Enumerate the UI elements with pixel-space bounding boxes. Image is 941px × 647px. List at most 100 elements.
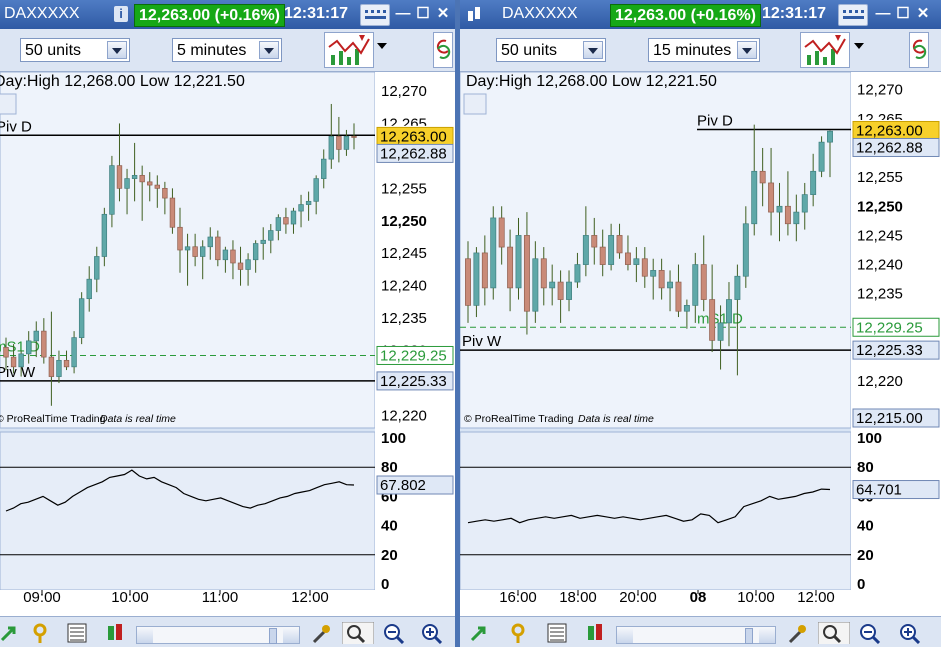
chevron-down-icon[interactable] <box>854 43 864 49</box>
candle-body <box>26 340 32 355</box>
candle-body <box>507 246 514 289</box>
time-axis-label: 12:00 <box>797 589 835 606</box>
scroll-left-button[interactable] <box>137 627 153 643</box>
close-button[interactable]: ✕ <box>914 5 932 23</box>
drawing-tool-icon[interactable] <box>30 622 52 644</box>
candle-body <box>10 356 17 368</box>
price-chart-svg[interactable]: 12,27012,26512,26012,25512,25012,24512,2… <box>0 71 455 616</box>
candle-window-icon <box>468 7 480 21</box>
price-chart-svg[interactable]: 12,27012,26512,26012,25512,25012,24512,2… <box>460 71 941 616</box>
maximize-button[interactable]: ☐ <box>894 5 912 23</box>
candle-body <box>818 141 825 172</box>
candle-body <box>86 278 92 300</box>
time-axis-label: 18:00 <box>559 589 597 606</box>
refresh-icon <box>912 39 927 59</box>
refresh-icon <box>436 39 451 59</box>
units-select[interactable]: 50 units <box>496 38 606 62</box>
minimize-button[interactable]: — <box>394 5 412 23</box>
candle-body <box>313 178 319 202</box>
chevron-down-icon[interactable] <box>259 41 279 59</box>
scroll-right-button[interactable] <box>283 627 299 643</box>
refresh-button[interactable] <box>433 32 453 68</box>
low-price-tag: 12,215.00 <box>856 410 923 427</box>
chart-style-icon[interactable] <box>546 622 568 644</box>
candles-icon[interactable] <box>584 622 606 644</box>
indicators-button[interactable] <box>800 32 850 68</box>
window-symbol: DAXXXXX <box>4 5 80 22</box>
chart-area[interactable]: 12,27012,26512,26012,25512,25012,24512,2… <box>460 71 941 616</box>
export-icon[interactable] <box>470 622 492 644</box>
close-button[interactable]: ✕ <box>434 5 452 23</box>
price-axis-label: 12,220 <box>381 408 427 425</box>
timeframe-select[interactable]: 5 minutes <box>172 38 282 62</box>
candle-body <box>582 235 589 265</box>
keyboard-icon[interactable] <box>360 4 390 26</box>
keyboard-icon[interactable] <box>838 4 868 26</box>
maximize-button[interactable]: ☐ <box>414 5 432 23</box>
candle-body <box>260 239 266 244</box>
horizontal-scrollbar[interactable] <box>616 626 776 644</box>
price-axis-label: 12,220 <box>857 373 903 390</box>
candle-body <box>683 305 690 312</box>
chart-area[interactable]: 12,27012,26512,26012,25512,25012,24512,2… <box>0 71 455 616</box>
realtime-text: Data is real time <box>578 413 654 425</box>
horizontal-scrollbar[interactable] <box>136 626 300 644</box>
copyright-text: © ProRealTime Trading <box>0 413 106 425</box>
close-price-tag: 12,262.88 <box>380 145 447 162</box>
units-select[interactable]: 50 units <box>20 38 130 62</box>
candle-body <box>298 204 304 212</box>
candle-body <box>734 275 741 300</box>
export-icon[interactable] <box>0 622 22 644</box>
zoom-in-icon[interactable] <box>420 622 442 644</box>
candle-body <box>275 217 282 231</box>
minimize-button[interactable]: — <box>874 5 892 23</box>
candle-body <box>692 264 699 306</box>
chart-style-icon[interactable] <box>66 622 88 644</box>
candle-body <box>784 205 791 225</box>
chevron-down-icon[interactable] <box>107 41 127 59</box>
candle-body <box>557 281 564 300</box>
indicators-button[interactable] <box>324 32 374 68</box>
chevron-down-icon[interactable] <box>737 41 757 59</box>
indicator-axis-label: 80 <box>857 459 874 476</box>
timeframe-select[interactable]: 15 minutes <box>648 38 760 62</box>
chevron-down-icon[interactable] <box>377 43 387 49</box>
quote-badge: 12,263.00 (+0.16%) <box>610 4 761 27</box>
time-axis-label: 09:00 <box>23 589 61 606</box>
candle-body <box>473 252 480 306</box>
scroll-thumb[interactable] <box>269 628 277 644</box>
zoom-out-icon[interactable] <box>382 622 404 644</box>
zoom-auto-icon[interactable] <box>818 622 850 644</box>
indicator-axis-label: 20 <box>381 547 398 564</box>
settings-wrench-icon[interactable] <box>310 622 332 644</box>
candle-body <box>599 246 606 265</box>
quote-badge: 12,263.00 (+0.16%) <box>134 4 285 27</box>
candle-body <box>481 252 488 289</box>
drawing-tool-icon[interactable] <box>508 622 530 644</box>
candle-body <box>56 359 62 377</box>
candle-body <box>675 281 682 312</box>
time-axis-label: 20:00 <box>619 589 657 606</box>
indicator-axis-label: 40 <box>857 518 874 535</box>
candle-body <box>515 235 522 289</box>
candle-body <box>336 136 342 150</box>
chevron-down-icon[interactable] <box>583 41 603 59</box>
refresh-button[interactable] <box>909 32 929 68</box>
info-icon[interactable]: i <box>114 6 128 22</box>
candle-body <box>532 258 539 312</box>
zoom-in-icon[interactable] <box>898 622 920 644</box>
candle-body <box>237 262 244 270</box>
candle-body <box>726 299 732 324</box>
settings-wrench-icon[interactable] <box>786 622 808 644</box>
scroll-left-button[interactable] <box>617 627 633 643</box>
candle-body <box>283 217 289 225</box>
chart-window-left: DAXXXXX i 12,263.00 (+0.16%) 12:31:17 — … <box>0 0 455 647</box>
title-bar: DAXXXXX i 12,263.00 (+0.16%) 12:31:17 — … <box>460 0 941 29</box>
zoom-auto-icon[interactable] <box>342 622 374 644</box>
scroll-thumb[interactable] <box>745 628 753 644</box>
scroll-right-button[interactable] <box>759 627 775 643</box>
candle-body <box>101 213 108 257</box>
pivot-weekly-label: Piv W <box>0 364 36 381</box>
zoom-out-icon[interactable] <box>858 622 880 644</box>
candles-icon[interactable] <box>104 622 126 644</box>
